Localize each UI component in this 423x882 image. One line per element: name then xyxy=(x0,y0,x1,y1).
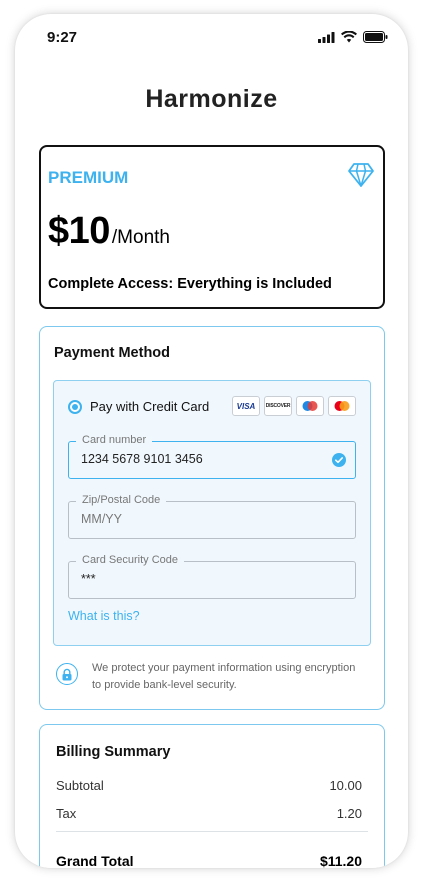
app-title: Harmonize xyxy=(145,85,278,113)
card-number-label: Card number xyxy=(76,433,153,447)
status-icons xyxy=(318,31,388,43)
security-code-field[interactable]: Card Security Code *** xyxy=(68,553,356,599)
billing-row-tax: Tax 1.20 xyxy=(56,806,362,821)
plan-price-row: $10 /Month xyxy=(48,210,170,253)
grand-total-label: Grand Total xyxy=(56,853,134,868)
lock-icon xyxy=(56,663,78,685)
payment-method-card: Payment Method Pay with Credit Card VISA… xyxy=(39,326,385,710)
billing-summary-heading: Billing Summary xyxy=(56,744,171,760)
tax-value: 1.20 xyxy=(336,806,362,821)
billing-divider xyxy=(56,831,368,832)
credit-card-radio[interactable] xyxy=(68,400,82,414)
battery-icon xyxy=(363,31,388,43)
billing-summary-card: Billing Summary Subtotal 10.00 Tax 1.20 … xyxy=(39,724,385,868)
plan-price: $10 xyxy=(48,210,110,252)
tax-label: Tax xyxy=(56,806,77,821)
subtotal-label: Subtotal xyxy=(56,778,104,793)
discover-logo-icon: DISCOVER xyxy=(264,396,292,416)
grand-total-value: $11.20 xyxy=(319,853,362,868)
diamond-icon xyxy=(348,163,374,187)
wifi-icon xyxy=(341,31,357,43)
billing-row-grand-total: Grand Total $11.20 xyxy=(56,853,362,868)
visa-logo-icon: VISA xyxy=(232,396,260,416)
card-logos: VISA DISCOVER xyxy=(232,396,356,416)
zip-code-field[interactable]: Zip/Postal Code MM/YY xyxy=(68,493,356,539)
credit-card-label: Pay with Credit Card xyxy=(90,399,210,414)
status-time: 9:27 xyxy=(47,29,78,46)
subtotal-value: 10.00 xyxy=(329,778,362,793)
status-bar: 9:27 xyxy=(15,14,408,60)
billing-row-subtotal: Subtotal 10.00 xyxy=(56,778,362,793)
maestro-logo-icon xyxy=(296,396,324,416)
zip-code-label: Zip/Postal Code xyxy=(76,493,167,507)
card-number-field[interactable]: Card number 1234 5678 9101 3456 xyxy=(68,433,356,479)
payment-method-heading: Payment Method xyxy=(54,345,171,361)
plan-name: PREMIUM xyxy=(48,168,129,187)
credit-card-option[interactable]: Pay with Credit Card VISA DISCOVER Card … xyxy=(53,380,371,646)
plan-card[interactable]: PREMIUM $10 /Month Complete Access: Ever… xyxy=(39,145,385,309)
security-note: We protect your payment information usin… xyxy=(92,662,356,691)
plan-description: Complete Access: Everything is Included xyxy=(48,276,332,292)
security-code-input[interactable]: *** xyxy=(81,572,96,586)
mastercard-logo-icon xyxy=(328,396,356,416)
security-code-label: Card Security Code xyxy=(76,553,184,567)
check-circle-icon xyxy=(332,453,346,467)
plan-period: /Month xyxy=(111,227,170,248)
what-is-this-link[interactable]: What is this? xyxy=(68,609,140,623)
phone-frame: 9:27 Harmonize PREMIUM $10 /Month Comple… xyxy=(15,14,408,868)
zip-code-input[interactable]: MM/YY xyxy=(81,512,122,526)
signal-icon xyxy=(318,31,335,43)
card-number-input[interactable]: 1234 5678 9101 3456 xyxy=(81,452,203,466)
